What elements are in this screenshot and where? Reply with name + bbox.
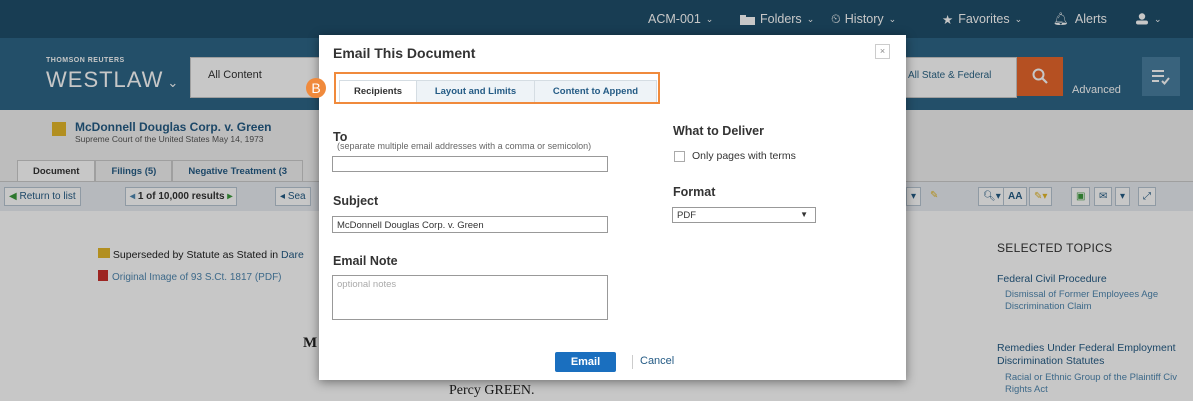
subject-label: Subject <box>333 194 379 208</box>
what-to-deliver-label: What to Deliver <box>673 124 764 138</box>
email-note-field[interactable]: optional notes <box>332 275 608 320</box>
cancel-link[interactable]: Cancel <box>640 355 674 367</box>
dialog-title: Email This Document <box>333 45 476 61</box>
button-separator <box>632 355 633 369</box>
format-label: Format <box>673 185 716 199</box>
email-note-label: Email Note <box>333 254 398 268</box>
step-badge: B <box>306 78 326 98</box>
email-document-dialog: Email This Document × Recipients Layout … <box>319 35 906 380</box>
to-hint: (separate multiple email addresses with … <box>337 141 592 151</box>
subject-field[interactable]: McDonnell Douglas Corp. v. Green <box>332 216 608 233</box>
tabs-highlight-frame <box>334 72 660 104</box>
only-pages-checkbox[interactable] <box>674 151 685 162</box>
to-email-field[interactable] <box>332 156 608 172</box>
format-selected: PDF <box>677 210 696 221</box>
email-send-button[interactable]: Email <box>555 352 616 372</box>
close-icon[interactable]: × <box>875 44 890 59</box>
format-select[interactable]: PDF ▼ <box>672 207 816 223</box>
chevron-down-icon: ▼ <box>800 210 808 219</box>
only-pages-label: Only pages with terms <box>692 150 796 162</box>
